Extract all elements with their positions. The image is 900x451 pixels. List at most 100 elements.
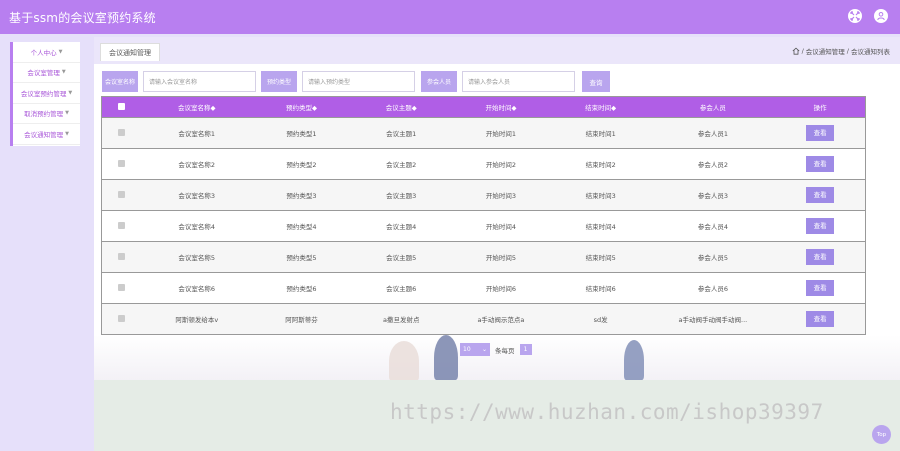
person-icon <box>877 12 885 21</box>
sidebar-item-cancel-booking[interactable]: 取消预约管理 ▼ <box>13 104 80 124</box>
table-cell: a手动阀手动阀手动阀... <box>678 316 748 324</box>
table-row: 会议室名称3 预约类型3 会议主题3 开始时间3 结束时间3 参会人员3 查看 <box>102 179 865 210</box>
query-button[interactable]: 查询 <box>582 71 610 92</box>
main-content: 会议通知管理 / 会议通知管理 / 会议通知列表 会议室名称 请输入会议室名称 … <box>94 37 900 451</box>
table-cell: 预约类型1 <box>286 130 317 138</box>
sidebar-item-booking-management[interactable]: 会议室预约管理 ▼ <box>13 83 80 104</box>
select-all-cell <box>102 102 142 112</box>
action-cell: 查看 <box>775 156 865 172</box>
breadcrumb-separator: / <box>801 47 804 55</box>
view-button[interactable]: 查看 <box>806 249 835 265</box>
column-header[interactable]: 会议室名称◆ <box>142 102 252 112</box>
table-row: 会议室名称5 预约类型5 会议主题5 开始时间5 结束时间5 参会人员5 查看 <box>102 241 865 272</box>
breadcrumb-item-current: 会议通知列表 <box>851 48 890 56</box>
sidebar-item-label: 会议室预约管理 <box>20 89 67 98</box>
page-size-select[interactable]: 10 ⌄ <box>460 343 490 356</box>
view-button[interactable]: 查看 <box>806 125 835 141</box>
back-to-top-button[interactable]: Top <box>872 425 891 444</box>
table-cell: 预约类型6 <box>286 285 317 293</box>
illustration-figure <box>624 340 644 380</box>
room-name-label: 会议室名称 <box>102 71 138 92</box>
row-checkbox[interactable] <box>118 159 126 167</box>
room-name-input[interactable]: 请输入会议室名称 <box>143 71 256 92</box>
table-cell: 预约类型4 <box>286 223 317 231</box>
table-cell: 会议室名称5 <box>178 254 216 262</box>
view-button[interactable]: 查看 <box>806 280 835 296</box>
sidebar-item-meeting-notice[interactable]: 会议通知管理 ▼ <box>13 124 80 145</box>
table-cell: 参会人员1 <box>697 130 728 138</box>
sidebar-item-label: 取消预约管理 <box>24 110 64 119</box>
row-checkbox[interactable] <box>118 252 126 260</box>
column-header[interactable]: 开始时间◆ <box>451 102 551 112</box>
view-button[interactable]: 查看 <box>806 218 835 234</box>
breadcrumb: / 会议通知管理 / 会议通知列表 <box>792 46 890 56</box>
tab-meeting-notice[interactable]: 会议通知管理 <box>100 43 160 61</box>
table-cell: 会议室名称6 <box>178 285 216 293</box>
table-cell: 结束时间1 <box>585 130 616 138</box>
table-cell: 预约类型5 <box>286 254 317 262</box>
illustration-figure <box>389 341 419 381</box>
background-illustration <box>94 335 900 381</box>
row-checkbox[interactable] <box>118 221 126 229</box>
column-header[interactable]: 会议主题◆ <box>351 102 451 112</box>
table-cell: 结束时间3 <box>585 192 616 200</box>
table-cell: 参会人员3 <box>697 192 728 200</box>
home-icon[interactable] <box>792 47 800 55</box>
table-cell: 结束时间2 <box>585 161 616 169</box>
view-button[interactable]: 查看 <box>806 156 835 172</box>
row-checkbox[interactable] <box>118 283 126 291</box>
table-row: 阿斯顿发给本v 阿阿斯蒂芬 a撒旦发射点 a手动阀示范点a sd发 a手动阀手动阀手动阀.… <box>102 303 865 334</box>
table-cell: 参会人员4 <box>697 223 728 231</box>
sidebar: 个人中心 ▼ 会议室管理 ▼ 会议室预约管理 ▼ 取消预约管理 ▼ 会议通知管理 ▼ <box>10 42 80 146</box>
table-body: 会议室名称1 预约类型1 会议主题1 开始时间1 结束时间1 参会人员1 查看 会议室名称2 预… <box>102 117 865 334</box>
notice-table: 会议室名称◆ 预约类型◆ 会议主题◆ 开始时间◆ 结束时间◆ 参会人员 操作 会… <box>101 96 866 335</box>
row-select-cell <box>102 314 142 324</box>
table-cell: 会议室名称1 <box>178 130 216 138</box>
caret-down-icon: ▼ <box>68 89 73 96</box>
table-cell: 结束时间5 <box>585 254 616 262</box>
breadcrumb-separator: / <box>846 47 849 55</box>
sidebar-item-personal-center[interactable]: 个人中心 ▼ <box>13 42 80 63</box>
action-cell: 查看 <box>775 125 865 141</box>
action-cell: 查看 <box>775 218 865 234</box>
table-header: 会议室名称◆ 预约类型◆ 会议主题◆ 开始时间◆ 结束时间◆ 参会人员 操作 <box>102 97 865 117</box>
row-select-cell <box>102 159 142 169</box>
row-checkbox[interactable] <box>118 190 126 198</box>
view-button[interactable]: 查看 <box>806 311 835 327</box>
table-cell: 预约类型3 <box>286 192 317 200</box>
table-row: 会议室名称1 预约类型1 会议主题1 开始时间1 结束时间1 参会人员1 查看 <box>102 117 865 148</box>
booking-type-label: 预约类型 <box>261 71 297 92</box>
action-cell: 查看 <box>775 187 865 203</box>
table-cell: 开始时间6 <box>485 285 517 293</box>
chevron-down-icon: ⌄ <box>481 346 487 353</box>
table-cell: 开始时间4 <box>485 223 517 231</box>
table-cell: 会议主题3 <box>386 192 417 200</box>
row-checkbox[interactable] <box>118 128 126 136</box>
booking-type-input[interactable]: 请输入预约类型 <box>302 71 415 92</box>
sidebar-item-label: 个人中心 <box>30 48 57 57</box>
breadcrumb-item[interactable]: 会议通知管理 <box>806 46 845 56</box>
user-icon[interactable] <box>874 9 888 23</box>
table-cell: 会议室名称3 <box>178 192 216 200</box>
caret-down-icon: ▼ <box>58 48 63 55</box>
select-all-checkbox[interactable] <box>118 102 126 110</box>
attendee-input[interactable]: 请输入参会人员 <box>462 71 575 92</box>
table-cell: 会议主题5 <box>386 254 417 262</box>
table-row: 会议室名称2 预约类型2 会议主题2 开始时间2 结束时间2 参会人员2 查看 <box>102 148 865 179</box>
column-header[interactable]: 结束时间◆ <box>551 102 651 112</box>
sidebar-item-room-management[interactable]: 会议室管理 ▼ <box>13 63 80 83</box>
app-title: 基于ssm的会议室预约系统 <box>9 11 156 25</box>
table-cell: 开始时间5 <box>485 254 517 262</box>
fullscreen-icon[interactable] <box>848 9 862 23</box>
caret-down-icon: ▼ <box>65 130 69 137</box>
view-button[interactable]: 查看 <box>806 187 835 203</box>
table-cell: 结束时间4 <box>585 223 616 231</box>
column-header: 操作 <box>813 104 827 112</box>
row-checkbox[interactable] <box>118 314 126 322</box>
table-cell: 开始时间2 <box>485 161 517 169</box>
page-number-current[interactable]: 1 <box>519 344 532 355</box>
table-cell: 会议主题6 <box>386 285 417 293</box>
column-header[interactable]: 预约类型◆ <box>252 102 352 112</box>
table-cell: 结束时间6 <box>585 285 616 293</box>
table-cell: sd发 <box>593 316 608 324</box>
